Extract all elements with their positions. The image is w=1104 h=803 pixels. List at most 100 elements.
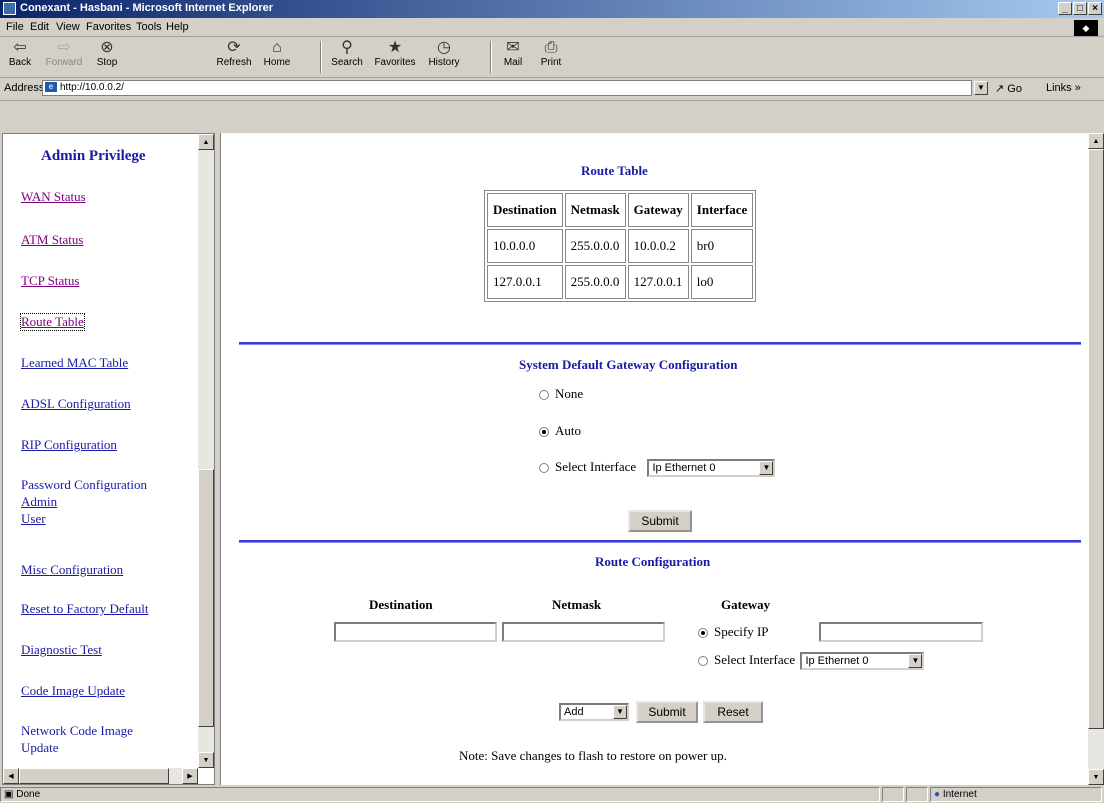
close-button[interactable]: ×	[1088, 2, 1102, 15]
sidebar-vertical-scrollbar[interactable]: ▲ ▼	[198, 134, 214, 768]
mail-icon: ✉	[506, 39, 520, 56]
sidebar-item-code-image-update[interactable]: Code Image Update	[21, 683, 125, 699]
home-button[interactable]: ⌂ Home	[260, 39, 294, 68]
sidebar-item-learned-mac-table[interactable]: Learned MAC Table	[21, 355, 128, 371]
radio-auto[interactable]	[539, 427, 549, 438]
route-destination-header: Destination	[369, 597, 433, 612]
route-gateway-header: Gateway	[721, 597, 771, 612]
status-text: ▣ Done	[0, 787, 880, 802]
route-option-select-interface[interactable]: Select Interface Ip Ethernet 0 ▼	[698, 652, 925, 671]
table-cell: 10.0.0.2	[627, 229, 689, 263]
table-cell: 127.0.0.1	[487, 265, 563, 299]
chevron-down-icon: ▼	[908, 654, 923, 669]
sidebar-item-rip-configuration[interactable]: RIP Configuration	[21, 437, 117, 453]
route-destination-input[interactable]	[334, 622, 497, 642]
route-netmask-header: Netmask	[552, 597, 602, 612]
gateway-submit-button[interactable]: Submit	[628, 510, 692, 532]
menu-favorites[interactable]: Favorites	[86, 21, 131, 33]
go-button[interactable]: ↗ Go	[995, 82, 1022, 95]
route-option-specify-ip[interactable]: Specify IP	[698, 624, 769, 640]
back-arrow-icon: ⇦	[13, 39, 27, 56]
refresh-icon: ⟳	[227, 39, 241, 56]
scroll-thumb[interactable]	[1088, 149, 1104, 729]
route-reset-button[interactable]: Reset	[703, 701, 763, 723]
security-zone: ● Internet	[930, 787, 1102, 802]
address-input[interactable]: e http://10.0.0.2/	[42, 80, 972, 96]
favorites-button[interactable]: ★ Favorites	[372, 39, 418, 68]
menu-tools[interactable]: Tools	[136, 21, 162, 33]
scroll-up-button[interactable]: ▲	[1088, 133, 1104, 149]
back-button[interactable]: ⇦ Back	[6, 39, 34, 68]
radio-select-interface[interactable]	[539, 463, 549, 474]
scroll-thumb[interactable]	[198, 469, 214, 727]
sidebar-item-atm-status[interactable]: ATM Status	[21, 232, 83, 248]
sidebar-item-wan-status[interactable]: WAN Status	[21, 189, 86, 205]
route-interface-select[interactable]: Ip Ethernet 0 ▼	[800, 652, 925, 671]
scroll-up-button[interactable]: ▲	[198, 134, 214, 150]
section-divider	[239, 342, 1081, 345]
home-icon: ⌂	[272, 39, 282, 56]
history-icon: ◷	[437, 39, 451, 56]
gateway-option-none[interactable]: None	[539, 386, 583, 402]
sidebar-item-tcp-status[interactable]: TCP Status	[21, 273, 79, 289]
address-bar: Address e http://10.0.0.2/ ▼ ↗ Go Links »	[0, 78, 1104, 101]
table-cell: 255.0.0.0	[564, 229, 626, 263]
history-button[interactable]: ◷ History	[424, 39, 464, 68]
radio-route-select-interface[interactable]	[698, 656, 708, 667]
globe-icon: ●	[934, 789, 941, 800]
sidebar-item-route-table[interactable]: Route Table	[20, 313, 85, 331]
route-netmask-input[interactable]	[502, 622, 665, 642]
menu-file[interactable]: File	[6, 21, 24, 33]
title-bar: Conexant - Hasbani - Microsoft Internet …	[0, 0, 1104, 18]
scroll-thumb[interactable]	[19, 768, 169, 784]
sidebar-item-misc-configuration[interactable]: Misc Configuration	[21, 562, 123, 578]
route-submit-button[interactable]: Submit	[636, 701, 698, 723]
ie-icon	[3, 2, 16, 15]
scroll-down-button[interactable]: ▼	[198, 752, 214, 768]
gateway-interface-select[interactable]: Ip Ethernet 0 ▼	[647, 459, 776, 478]
scroll-left-button[interactable]: ◀	[3, 768, 19, 784]
section-divider	[239, 540, 1081, 543]
print-button[interactable]: ⎙ Print	[536, 39, 566, 68]
sidebar-item-admin[interactable]: Admin	[21, 494, 57, 510]
go-arrow-icon: ↗	[995, 83, 1005, 95]
sidebar-item-network-code-image-update[interactable]: Update	[21, 740, 59, 756]
window-title: Conexant - Hasbani - Microsoft Internet …	[20, 2, 274, 14]
minimize-button[interactable]: _	[1058, 2, 1072, 15]
search-button[interactable]: ⚲ Search	[328, 39, 366, 68]
maximize-button[interactable]: □	[1073, 2, 1087, 15]
column-header-interface: Interface	[690, 193, 754, 227]
print-icon: ⎙	[544, 39, 558, 56]
status-pane	[882, 787, 904, 802]
table-row: 10.0.0.0 255.0.0.0 10.0.0.2 br0	[487, 229, 754, 263]
scroll-right-button[interactable]: ▶	[182, 768, 198, 784]
stop-button[interactable]: ⊗ Stop	[92, 39, 122, 68]
main-vertical-scrollbar[interactable]: ▲ ▼	[1088, 133, 1104, 785]
sidebar-item-diagnostic-test[interactable]: Diagnostic Test	[21, 642, 102, 658]
sidebar-password-configuration-label: Password Configuration	[21, 477, 148, 492]
scroll-down-button[interactable]: ▼	[1088, 769, 1104, 785]
gateway-option-auto[interactable]: Auto	[539, 423, 581, 439]
forward-button[interactable]: ⇨ Forward	[44, 39, 84, 68]
links-button[interactable]: Links »	[1046, 82, 1081, 94]
sidebar-item-reset-factory-default[interactable]: Reset to Factory Default	[21, 601, 148, 617]
menu-help[interactable]: Help	[166, 21, 189, 33]
column-header-gateway: Gateway	[627, 193, 689, 227]
sidebar-item-user[interactable]: User	[21, 511, 46, 527]
address-dropdown-button[interactable]: ▼	[974, 81, 988, 95]
refresh-button[interactable]: ⟳ Refresh	[214, 39, 254, 68]
toolbar-divider	[320, 41, 322, 73]
sidebar-item-adsl-configuration[interactable]: ADSL Configuration	[21, 396, 131, 412]
menu-view[interactable]: View	[56, 21, 80, 33]
sidebar-horizontal-scrollbar[interactable]: ◀ ▶	[3, 768, 198, 784]
route-gateway-ip-input[interactable]	[819, 622, 983, 642]
gateway-option-select-interface[interactable]: Select Interface Ip Ethernet 0 ▼	[539, 459, 776, 478]
radio-specify-ip[interactable]	[698, 628, 708, 639]
radio-none[interactable]	[539, 390, 549, 401]
route-table-title: Route Table	[581, 163, 648, 178]
route-action-select[interactable]: Add ▼	[559, 703, 629, 722]
sidebar-item-network-code-image[interactable]: Network Code Image	[21, 723, 133, 739]
menu-edit[interactable]: Edit	[30, 21, 49, 33]
mail-button[interactable]: ✉ Mail	[498, 39, 528, 68]
table-cell: 127.0.0.1	[627, 265, 689, 299]
